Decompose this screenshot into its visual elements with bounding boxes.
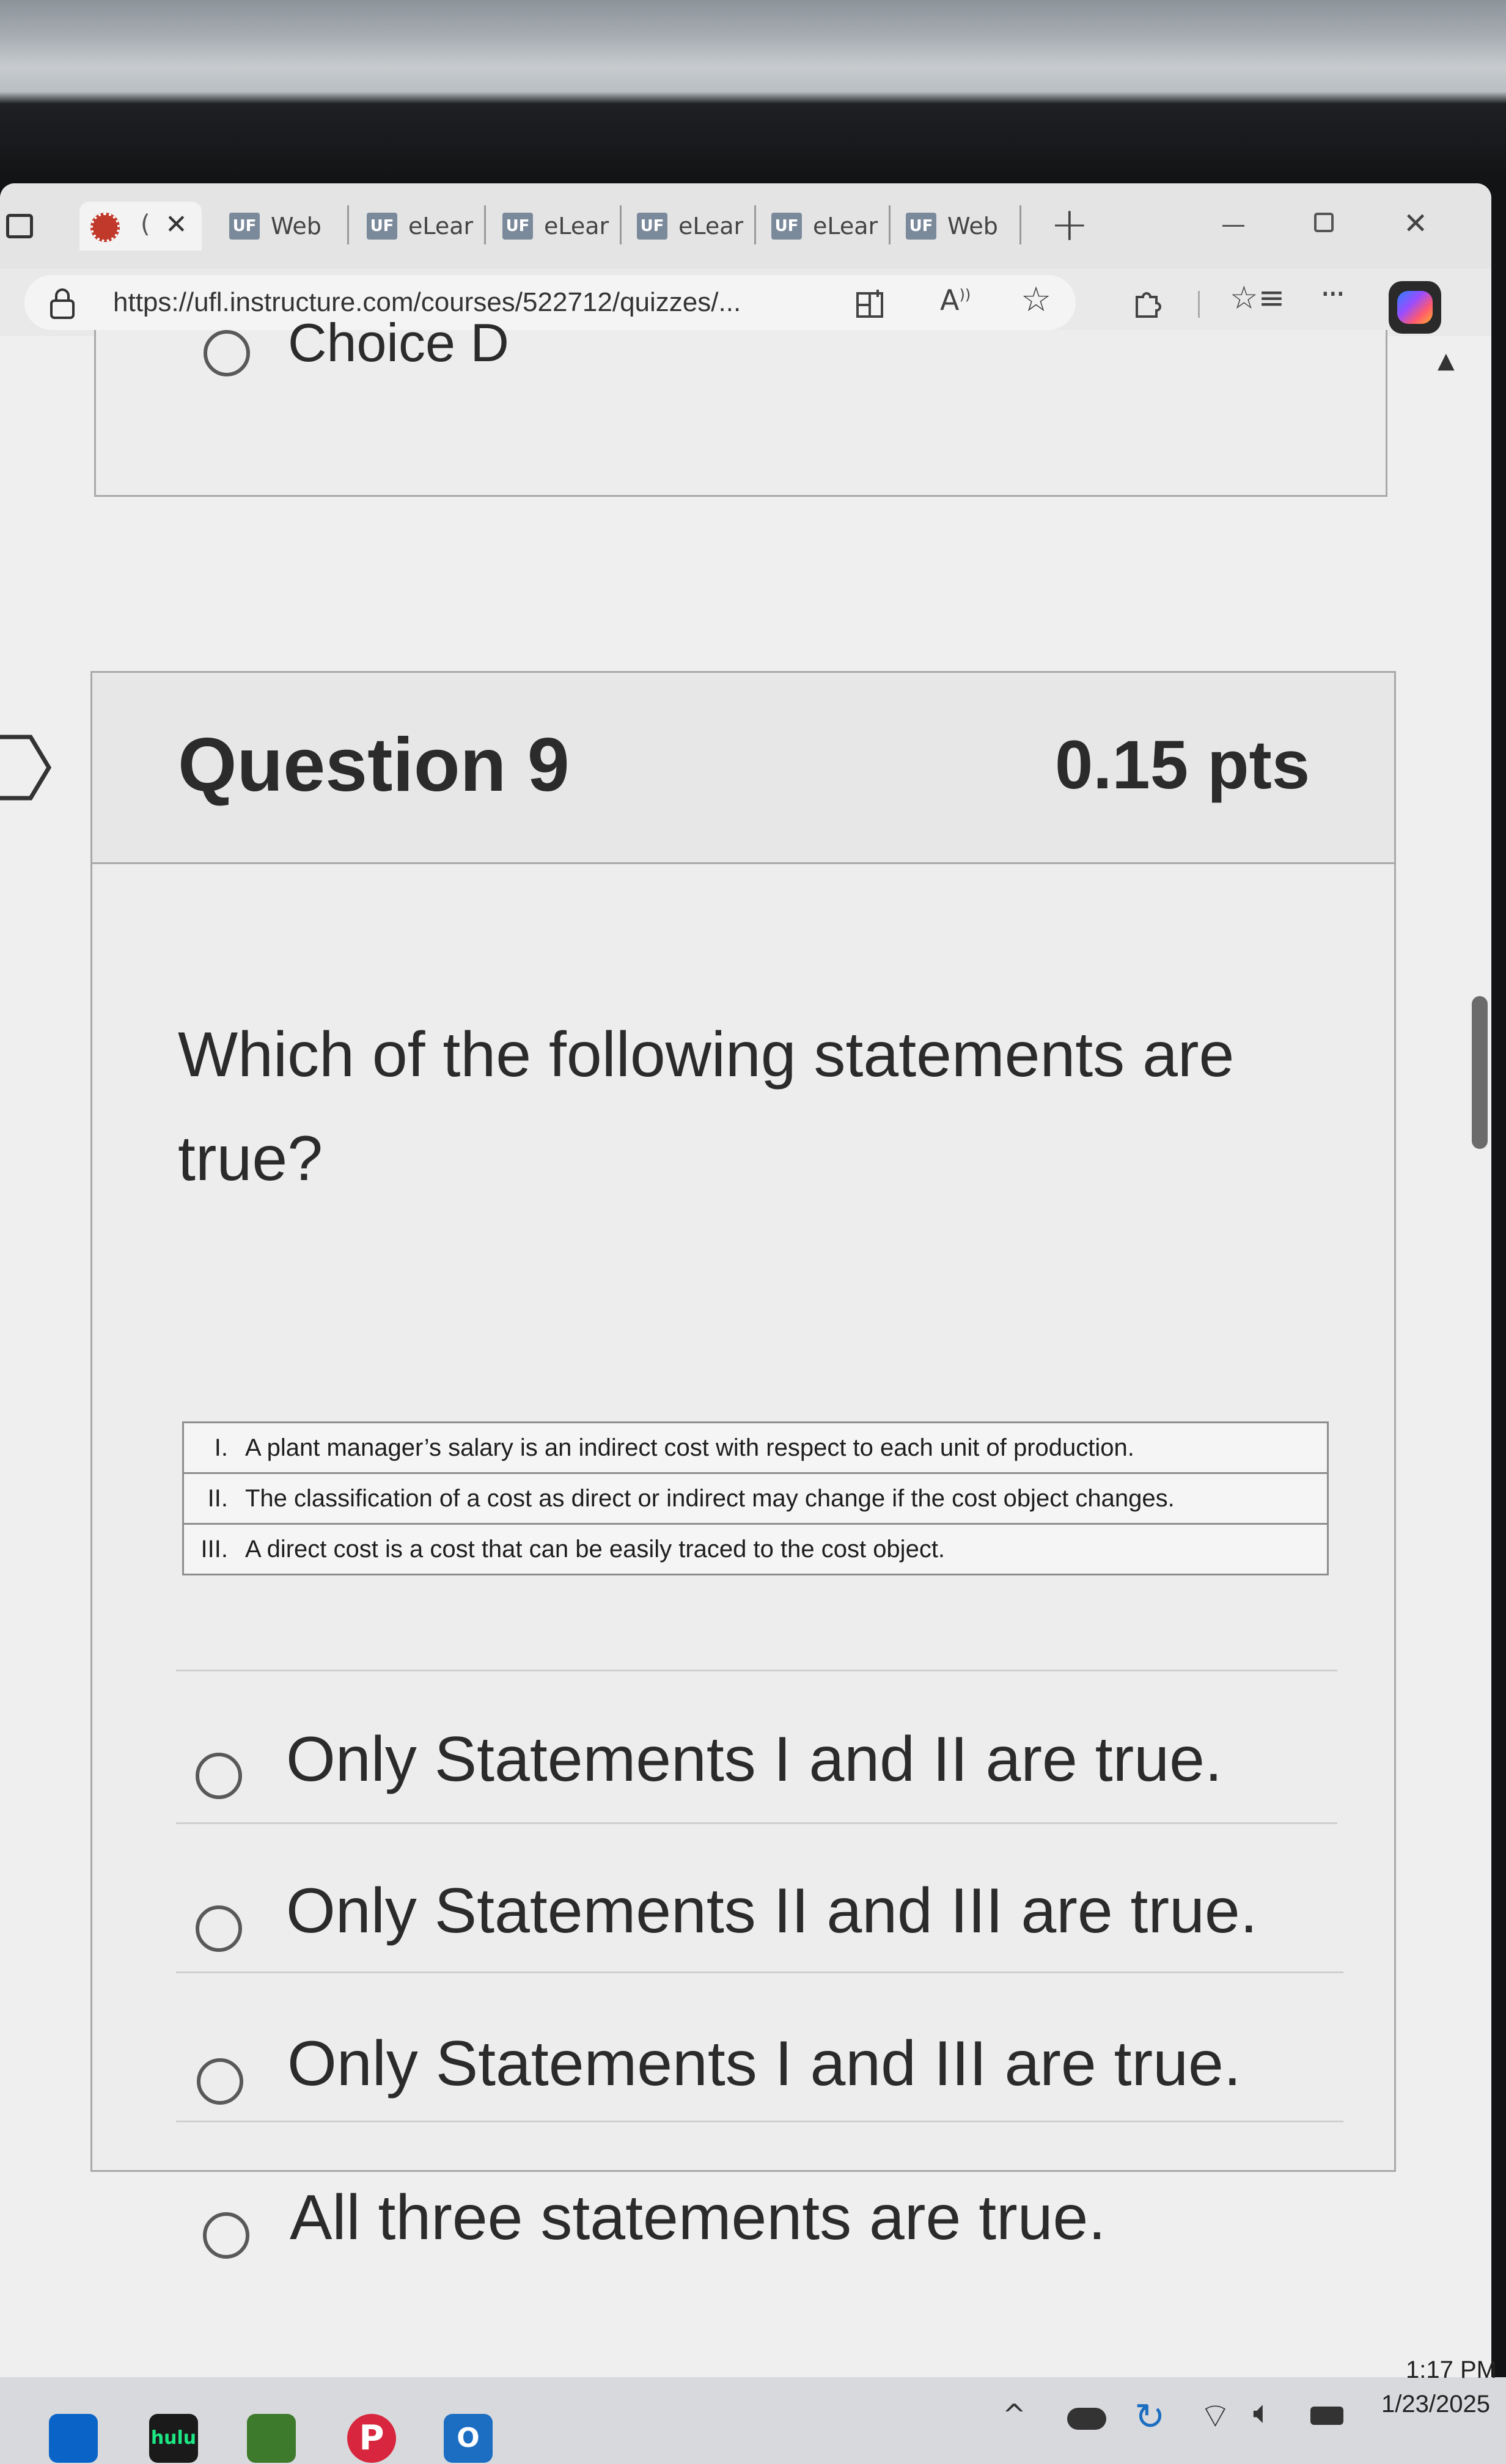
uf-badge-icon: UF <box>229 213 260 240</box>
url-field[interactable]: https://ufl.instructure.com/courses/5227… <box>24 275 1076 330</box>
pinterest-app-icon[interactable]: P <box>347 2414 396 2463</box>
onedrive-cloud-icon[interactable] <box>1067 2408 1106 2430</box>
new-tab-button[interactable]: + <box>1050 197 1089 251</box>
answer-divider <box>176 1971 1343 1973</box>
previous-question-arrow-icon[interactable] <box>0 731 55 804</box>
uf-badge-icon: UF <box>502 213 533 240</box>
tab-close-icon[interactable]: ✕ <box>165 209 188 240</box>
tab-divider <box>347 205 349 244</box>
tab-elearning-1[interactable]: UF eLear <box>367 209 473 243</box>
statement-number: III. <box>182 1523 234 1575</box>
windows-start-icon[interactable] <box>49 2414 98 2463</box>
clock-date[interactable]: 1/23/2025 <box>1381 2391 1490 2418</box>
uf-badge-icon: UF <box>906 213 936 240</box>
statement-number: II. <box>182 1472 234 1525</box>
question-header: Question 9 0.15 pts <box>92 673 1394 864</box>
statement-text: A plant manager’s salary is an indirect … <box>234 1421 1329 1474</box>
minecraft-app-icon[interactable] <box>247 2414 296 2463</box>
tab-active[interactable]: ( ✕ <box>79 202 202 251</box>
maximize-button[interactable] <box>1314 213 1334 232</box>
hulu-app-icon[interactable]: hulu <box>149 2414 198 2463</box>
sync-icon[interactable]: ↻ <box>1134 2396 1165 2438</box>
lock-icon[interactable] <box>49 288 76 319</box>
tab-divider <box>754 205 756 244</box>
tab-web-2[interactable]: UF Web <box>906 209 998 243</box>
choice-d-label[interactable]: Choice D <box>288 312 509 374</box>
answer-divider <box>176 1822 1337 1824</box>
wifi-icon[interactable]: ⌔ <box>1199 2394 1232 2437</box>
browser-window: ( ✕ UF Web UF eLear UF eLear UF eLear UF eLea… <box>0 183 1491 2377</box>
tab-label: eLear <box>678 213 744 240</box>
extensions-icon[interactable] <box>1131 286 1165 320</box>
show-hidden-icons-icon[interactable]: ^ <box>1002 2398 1026 2431</box>
tab-elearning-4[interactable]: UF eLear <box>771 209 878 243</box>
answer-label[interactable]: Only Statements II and III are true. <box>286 1875 1258 1948</box>
clock-time[interactable]: 1:17 PM <box>1406 2356 1497 2384</box>
answer-label[interactable]: All three statements are true. <box>290 2182 1106 2254</box>
answer-label[interactable]: Only Statements I and II are true. <box>286 1723 1222 1796</box>
uf-badge-icon: UF <box>637 213 667 240</box>
scrollbar-thumb[interactable] <box>1472 996 1488 1149</box>
uf-badge-icon: UF <box>367 213 397 240</box>
question-prompt: Which of the following statements are tr… <box>178 1019 1235 1194</box>
favorites-list-icon[interactable]: ☆≡ <box>1230 280 1285 317</box>
question-points: 0.15 pts <box>1055 727 1310 803</box>
tab-loading-icon: ( <box>141 210 150 238</box>
tab-bar: ( ✕ UF Web UF eLear UF eLear UF eLear UF eLea… <box>0 183 1491 269</box>
tab-label: eLear <box>408 213 474 240</box>
address-bar: https://ufl.instructure.com/courses/5227… <box>0 269 1491 336</box>
question-title: Question 9 <box>178 723 570 807</box>
previous-question-card: Choice D <box>94 312 1387 497</box>
tab-label: Web <box>947 213 998 240</box>
answer-label[interactable]: Only Statements I and III are true. <box>287 2028 1241 2100</box>
statement-text: A direct cost is a cost that can be easi… <box>234 1523 1329 1575</box>
toolbar-divider <box>1198 291 1200 318</box>
tab-label: eLear <box>544 213 609 240</box>
answer-divider <box>176 2121 1343 2122</box>
answer-radio[interactable] <box>197 2058 243 2105</box>
tab-divider <box>484 205 486 244</box>
answer-divider <box>176 1670 1337 1671</box>
minimize-button[interactable] <box>1222 225 1244 227</box>
choice-d-radio[interactable] <box>204 330 250 376</box>
tab-divider <box>889 205 891 244</box>
sidebar-toggle-icon[interactable] <box>6 214 33 238</box>
tab-label: eLear <box>813 213 878 240</box>
table-row: I. A plant manager’s salary is an indirec… <box>182 1421 1329 1474</box>
tab-label: Web <box>271 213 321 240</box>
read-aloud-icon[interactable]: A)) <box>940 284 971 317</box>
battery-icon[interactable] <box>1310 2407 1343 2425</box>
statement-number: I. <box>182 1421 234 1474</box>
answer-radio[interactable] <box>196 1753 242 1799</box>
split-screen-icon[interactable] <box>856 288 886 319</box>
taskbar <box>0 2377 1506 2464</box>
tab-elearning-3[interactable]: UF eLear <box>637 209 743 243</box>
uf-badge-icon: UF <box>771 213 802 240</box>
volume-icon[interactable]: 🔈︎ <box>1253 2394 1272 2432</box>
answer-radio[interactable] <box>196 1905 242 1952</box>
tab-web-1[interactable]: UF Web <box>229 209 321 243</box>
page-content: Choice D ▲ Question 9 0.15 pts Which of … <box>0 312 1491 2377</box>
scroll-up-arrow-icon[interactable]: ▲ <box>1438 348 1455 373</box>
tab-favicon-icon <box>90 213 120 242</box>
answer-radio[interactable] <box>203 2212 249 2259</box>
table-row: II. The classification of a cost as direc… <box>182 1472 1329 1525</box>
statements-table: I. A plant manager’s salary is an indirec… <box>182 1421 1329 1575</box>
tab-elearning-2[interactable]: UF eLear <box>502 209 609 243</box>
more-options-icon[interactable]: ··· <box>1320 276 1346 313</box>
tab-divider <box>1019 205 1021 244</box>
tab-divider <box>620 205 622 244</box>
copilot-icon[interactable] <box>1389 281 1441 334</box>
favorite-star-icon[interactable]: ☆ <box>1021 280 1051 320</box>
table-row: III. A direct cost is a cost that can be … <box>182 1523 1329 1575</box>
outlook-app-icon[interactable]: O <box>444 2414 493 2463</box>
statement-text: The classification of a cost as direct o… <box>234 1472 1329 1525</box>
close-window-button[interactable]: ✕ <box>1403 207 1428 241</box>
